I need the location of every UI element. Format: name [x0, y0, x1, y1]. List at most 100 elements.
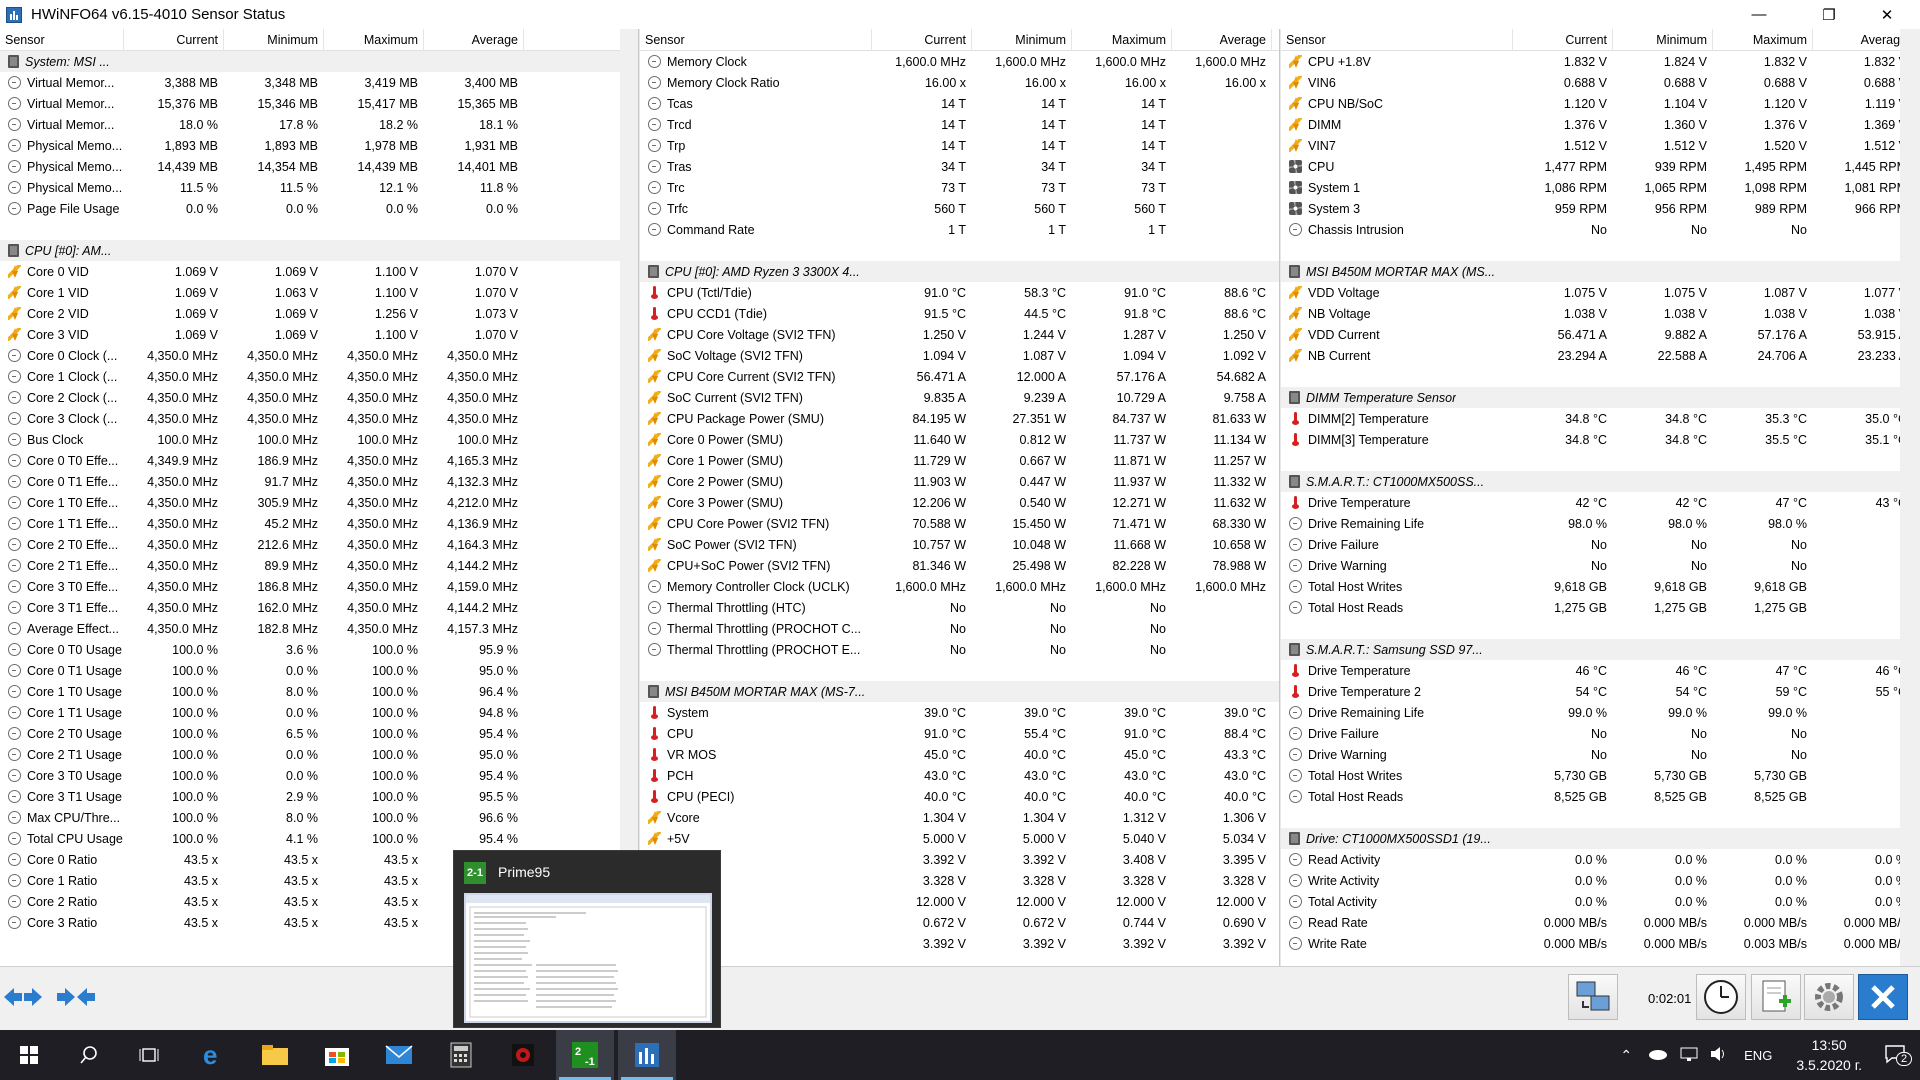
sensor-group-header[interactable]: CPU [#0]: AM... [0, 240, 638, 261]
sensor-panel-1[interactable]: Sensor Current Minimum Maximum Average Syste… [0, 29, 639, 966]
sensor-row[interactable]: Core 0 T1 Effe... 4,350.0 MHz 91.7 MHz 4,35… [0, 471, 638, 492]
sensor-row[interactable]: Total CPU Usage 100.0 % 4.1 % 100.0 % 95.4 % [0, 828, 638, 849]
sensor-panel-2[interactable]: Sensor Current Minimum Maximum Average Memory… [640, 29, 1280, 966]
sensor-row[interactable]: Core 2 Clock (... 4,350.0 MHz 4,350.0 MHz 4… [0, 387, 638, 408]
sensor-row[interactable]: +5V 5.000 V 5.000 V 5.040 V 5.034 V [640, 828, 1279, 849]
gpu-utility-icon[interactable] [494, 1030, 552, 1080]
taskbar-clock[interactable]: 13:50 3.5.2020 г. [1796, 1035, 1862, 1075]
sensor-row[interactable]: Trcd 14 T 14 T 14 T [640, 114, 1279, 135]
sensor-row[interactable]: Page File Usage 0.0 % 0.0 % 0.0 % 0.0 % [0, 198, 638, 219]
sensor-row[interactable]: Core 3 T0 Effe... 4,350.0 MHz 186.8 MHz 4,3… [0, 576, 638, 597]
sensor-row[interactable]: VDD Voltage 1.075 V 1.075 V 1.087 V 1.077 V [1281, 282, 1920, 303]
clock-reset-button[interactable] [1696, 974, 1746, 1020]
sensor-row[interactable]: Core 2 T0 Usage 100.0 % 6.5 % 100.0 % 95.4 % [0, 723, 638, 744]
sensor-row[interactable]: Core 3 Clock (... 4,350.0 MHz 4,350.0 MHz 4… [0, 408, 638, 429]
sensor-group-header[interactable]: CPU [#0]: AMD Ryzen 3 3300X 4... [640, 261, 1279, 282]
column-header-minimum[interactable]: Minimum [972, 29, 1072, 51]
microsoft-store-icon[interactable] [308, 1030, 366, 1080]
column-header-maximum[interactable]: Maximum [324, 29, 424, 51]
sensor-row[interactable]: Physical Memo... 14,439 MB 14,354 MB 14,439… [0, 156, 638, 177]
sensor-row[interactable]: Physical Memo... 11.5 % 11.5 % 12.1 % 11.8 % [0, 177, 638, 198]
column-header-sensor[interactable]: Sensor [1281, 29, 1513, 51]
sensor-row[interactable]: CPU NB/SoC 1.120 V 1.104 V 1.120 V 1.119 V [1281, 93, 1920, 114]
sensor-row[interactable]: Core 0 T1 Usage 100.0 % 0.0 % 100.0 % 95.0 % [0, 660, 638, 681]
column-header-minimum[interactable]: Minimum [224, 29, 324, 51]
column-header-maximum[interactable]: Maximum [1072, 29, 1172, 51]
sensor-row[interactable]: Core 1 T1 Usage 100.0 % 0.0 % 100.0 % 94.8 % [0, 702, 638, 723]
sensor-row[interactable]: Core 2 T0 Effe... 4,350.0 MHz 212.6 MHz 4,3… [0, 534, 638, 555]
hwinfo-taskbar-icon[interactable] [618, 1030, 676, 1080]
close-sensors-button[interactable] [1858, 974, 1908, 1020]
sensor-row[interactable]: Drive Remaining Life 99.0 % 99.0 % 99.0 % [1281, 702, 1920, 723]
panel-1-scrollbar[interactable] [620, 29, 638, 966]
sensor-row[interactable]: VIN7 1.512 V 1.512 V 1.520 V 1.512 V [1281, 135, 1920, 156]
sensor-row[interactable]: Drive Failure No No No [1281, 534, 1920, 555]
sensor-row[interactable]: Trc 73 T 73 T 73 T [640, 177, 1279, 198]
sensor-row[interactable]: Core 1 T0 Effe... 4,350.0 MHz 305.9 MHz 4,3… [0, 492, 638, 513]
sensor-row[interactable]: Core 1 Power (SMU) 11.729 W 0.667 W 11.871 … [640, 450, 1279, 471]
close-button[interactable]: ✕ [1864, 0, 1910, 29]
sensor-row[interactable]: Thermal Throttling (PROCHOT E... No No No [640, 639, 1279, 660]
sensor-row[interactable]: Core 0 T0 Effe... 4,349.9 MHz 186.9 MHz 4,3… [0, 450, 638, 471]
edge-browser-icon[interactable]: e [184, 1030, 242, 1080]
sensor-row[interactable]: CPU+SoC Power (SVI2 TFN) 81.346 W 25.498 W… [640, 555, 1279, 576]
prime95-window-thumbnail[interactable] [464, 893, 712, 1023]
sensor-row[interactable]: CPU Package Power (SMU) 84.195 W 27.351 W 8… [640, 408, 1279, 429]
column-header-current[interactable]: Current [1513, 29, 1613, 51]
sensor-row[interactable]: 3.392 V 3.392 V 3.408 V 3.395 V [640, 849, 1279, 870]
column-header-minimum[interactable]: Minimum [1613, 29, 1713, 51]
sensor-row[interactable]: Memory Controller Clock (UCLK) 1,600.0 MH… [640, 576, 1279, 597]
show-hidden-icons-chevron-icon[interactable]: ⌃ [1620, 1047, 1632, 1064]
sensor-row[interactable]: Core 3 T0 Usage 100.0 % 0.0 % 100.0 % 95.4 % [0, 765, 638, 786]
sensor-row[interactable]: Core 2 VID 1.069 V 1.069 V 1.256 V 1.073 V [0, 303, 638, 324]
sensor-row[interactable]: Drive Temperature 46 °C 46 °C 47 °C 46 °C [1281, 660, 1920, 681]
sensor-row[interactable]: CPU +1.8V 1.832 V 1.824 V 1.832 V 1.832 V [1281, 51, 1920, 72]
sensor-row[interactable]: PCH 43.0 °C 43.0 °C 43.0 °C 43.0 °C [640, 765, 1279, 786]
panel-3-scrollbar[interactable] [1900, 29, 1920, 966]
sensor-row[interactable]: Drive Failure No No No [1281, 723, 1920, 744]
sensor-group-header[interactable]: System: MSI ... [0, 51, 638, 72]
sensor-row[interactable]: Trp 14 T 14 T 14 T [640, 135, 1279, 156]
sensor-row[interactable]: CPU 91.0 °C 55.4 °C 91.0 °C 88.4 °C [640, 723, 1279, 744]
sensor-row[interactable]: Virtual Memor... 3,388 MB 3,348 MB 3,419 MB… [0, 72, 638, 93]
language-indicator[interactable]: ENG [1744, 1048, 1772, 1063]
sensor-group-header[interactable]: MSI B450M MORTAR MAX (MS-7... [640, 681, 1279, 702]
sensor-row[interactable]: System 39.0 °C 39.0 °C 39.0 °C 39.0 °C [640, 702, 1279, 723]
sensor-row[interactable]: VR MOS 45.0 °C 40.0 °C 45.0 °C 43.3 °C [640, 744, 1279, 765]
sensor-row[interactable]: SoC Voltage (SVI2 TFN) 1.094 V 1.087 V 1.09… [640, 345, 1279, 366]
sensor-row[interactable]: Physical Memo... 1,893 MB 1,893 MB 1,978 MB… [0, 135, 638, 156]
sensor-row[interactable]: Command Rate 1 T 1 T 1 T [640, 219, 1279, 240]
sensor-row[interactable]: Max CPU/Thre... 100.0 % 8.0 % 100.0 % 96.6 % [0, 807, 638, 828]
sensor-row[interactable]: Tcas 14 T 14 T 14 T [640, 93, 1279, 114]
sensor-row[interactable]: NB Current 23.294 A 22.588 A 24.706 A 23.233… [1281, 345, 1920, 366]
sensor-row[interactable]: Core 0 VID 1.069 V 1.069 V 1.100 V 1.070 V [0, 261, 638, 282]
sensor-row[interactable]: Core 1 VID 1.069 V 1.063 V 1.100 V 1.070 V [0, 282, 638, 303]
sensor-row[interactable]: Core 1 T1 Effe... 4,350.0 MHz 45.2 MHz 4,35… [0, 513, 638, 534]
sensor-row[interactable]: Drive Warning No No No [1281, 555, 1920, 576]
sensor-row[interactable]: NB Voltage 1.038 V 1.038 V 1.038 V 1.038 V [1281, 303, 1920, 324]
column-header-sensor[interactable]: Sensor [640, 29, 872, 51]
volume-icon[interactable] [1710, 1046, 1728, 1065]
sensor-row[interactable]: DIMM[2] Temperature 34.8 °C 34.8 °C 35.3 °C… [1281, 408, 1920, 429]
column-header-current[interactable]: Current [872, 29, 972, 51]
sensor-group-header[interactable]: S.M.A.R.T.: CT1000MX500SS... [1281, 471, 1920, 492]
column-header-maximum[interactable]: Maximum [1713, 29, 1813, 51]
sensor-row[interactable]: Trfc 560 T 560 T 560 T [640, 198, 1279, 219]
sensor-row[interactable]: CPU (Tctl/Tdie) 91.0 °C 58.3 °C 91.0 °C 88.6… [640, 282, 1279, 303]
sensor-row[interactable]: SoC Current (SVI2 TFN) 9.835 A 9.239 A 10.7… [640, 387, 1279, 408]
sensor-panel-3[interactable]: Sensor Current Minimum Maximum Average CPU +… [1281, 29, 1920, 966]
column-header-average[interactable]: Average [1813, 29, 1913, 51]
sensor-row[interactable]: Total Host Reads 1,275 GB 1,275 GB 1,275 GB [1281, 597, 1920, 618]
sensor-row[interactable]: Core 2 T1 Effe... 4,350.0 MHz 89.9 MHz 4,35… [0, 555, 638, 576]
mail-icon[interactable] [370, 1030, 428, 1080]
sensor-row[interactable]: CPU Core Power (SVI2 TFN) 70.588 W 15.450 … [640, 513, 1279, 534]
sensor-row[interactable]: CPU Core Current (SVI2 TFN) 56.471 A 12.00… [640, 366, 1279, 387]
network-icon[interactable] [1680, 1046, 1698, 1065]
calculator-icon[interactable] [432, 1030, 490, 1080]
sensor-row[interactable]: Core 2 T1 Usage 100.0 % 0.0 % 100.0 % 95.0 % [0, 744, 638, 765]
sensor-row[interactable]: DIMM[3] Temperature 34.8 °C 34.8 °C 35.5 °C… [1281, 429, 1920, 450]
onedrive-cloud-icon[interactable] [1648, 1048, 1668, 1063]
sensor-row[interactable]: Average Effect... 4,350.0 MHz 182.8 MHz 4,3… [0, 618, 638, 639]
sensor-row[interactable]: Write Rate 0.000 MB/s 0.000 MB/s 0.003 MB/s… [1281, 933, 1920, 954]
column-header-average[interactable]: Average [424, 29, 524, 51]
